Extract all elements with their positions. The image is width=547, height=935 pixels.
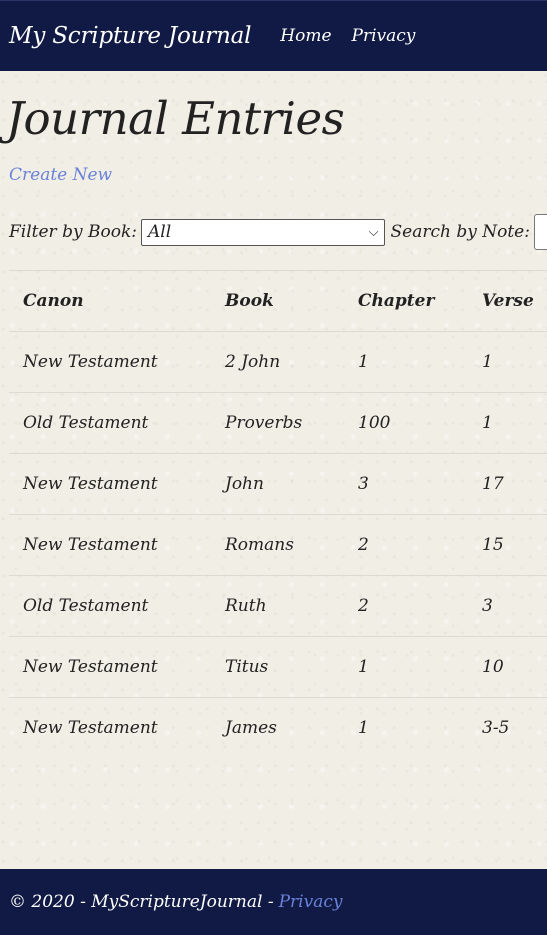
book-filter-value: All [147,222,172,242]
cell-book: 2 John [225,352,281,372]
cell-book: Romans [225,535,294,555]
table-row: Old Testament Proverbs 100 1 [9,392,547,453]
cell-verse: 3 [482,596,493,616]
cell-canon: New Testament [23,657,158,677]
filter-by-book-label: Filter by Book: [9,222,137,242]
book-filter-select[interactable]: All ⌵ [140,218,386,246]
column-header-book: Book [225,291,274,311]
cell-canon: Old Testament [23,413,149,433]
cell-canon: Old Testament [23,596,149,616]
table-row: New Testament Romans 2 15 [9,514,547,575]
cell-chapter: 2 [358,596,369,616]
chevron-down-icon: ⌵ [368,224,379,240]
footer-privacy-link[interactable]: Privacy [279,892,343,912]
cell-canon: New Testament [23,352,158,372]
nav-privacy-link[interactable]: Privacy [352,26,416,46]
create-new-link[interactable]: Create New [9,165,112,185]
table-row: New Testament John 3 17 [9,453,547,514]
cell-verse: 10 [482,657,504,677]
cell-book: Titus [225,657,269,677]
cell-canon: New Testament [23,535,158,555]
cell-canon: New Testament [23,474,158,494]
page-title: Journal Entries [6,92,345,145]
cell-verse: 17 [482,474,504,494]
cell-book: Proverbs [225,413,303,433]
nav-home-link[interactable]: Home [280,26,331,46]
column-header-canon: Canon [23,291,84,311]
cell-chapter: 1 [358,657,369,677]
table-row: New Testament 2 John 1 1 [9,331,547,392]
cell-chapter: 2 [358,535,369,555]
table-row: New Testament James 1 3-5 [9,697,547,758]
top-navbar: My Scripture Journal Home Privacy [0,0,547,71]
filter-bar: Filter by Book: All ⌵ Search by Note: [9,214,547,250]
cell-verse: 1 [482,413,493,433]
search-by-note-label: Search by Note: [390,222,530,242]
cell-verse: 3-5 [482,718,510,738]
cell-chapter: 100 [358,413,391,433]
cell-book: Ruth [225,596,267,616]
note-search-input[interactable] [533,214,547,250]
table-row: Old Testament Ruth 2 3 [9,575,547,636]
cell-chapter: 1 [358,718,369,738]
cell-book: James [225,718,277,738]
cell-verse: 15 [482,535,504,555]
table-header-row: Canon Book Chapter Verse [9,270,547,331]
footer-copyright: © 2020 - MyScriptureJournal - [9,892,274,912]
cell-canon: New Testament [23,718,158,738]
cell-book: John [225,474,264,494]
journal-table: Canon Book Chapter Verse New Testament 2… [9,270,547,758]
brand-link[interactable]: My Scripture Journal [9,23,251,49]
column-header-verse: Verse [482,291,534,311]
page-footer: © 2020 - MyScriptureJournal - Privacy [0,869,547,935]
cell-verse: 1 [482,352,493,372]
cell-chapter: 3 [358,474,369,494]
column-header-chapter: Chapter [358,291,435,311]
cell-chapter: 1 [358,352,369,372]
table-row: New Testament Titus 1 10 [9,636,547,697]
